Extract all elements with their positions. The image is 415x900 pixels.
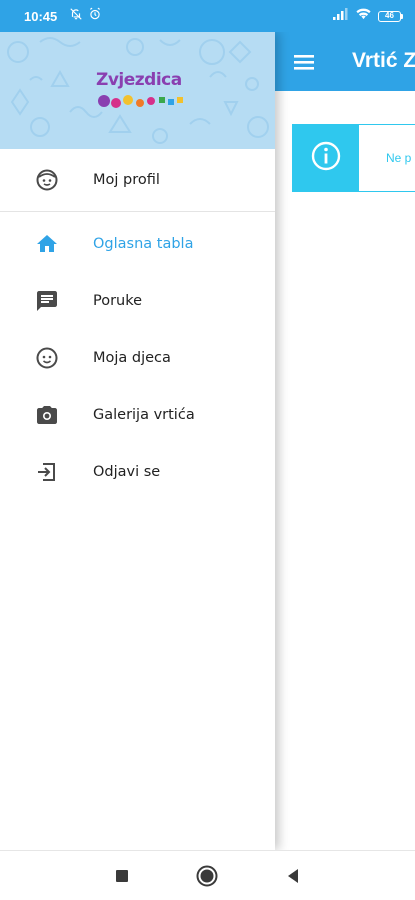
drawer-header: Zvjezdica <box>0 32 275 149</box>
camera-icon <box>35 403 59 427</box>
logo-text: Zvjezdica <box>96 70 182 90</box>
menu-item-messages[interactable]: Poruke <box>0 272 275 329</box>
back-button[interactable] <box>282 865 304 887</box>
hamburger-menu-icon[interactable] <box>291 51 317 73</box>
battery-level: 46 <box>378 10 401 22</box>
menu-item-logout[interactable]: Odjavi se <box>0 443 275 500</box>
info-alert: Ne p <box>292 124 415 192</box>
status-left: 10:45 <box>24 7 102 26</box>
status-bar: 10:45 46 <box>0 0 415 32</box>
menu-item-my-children[interactable]: Moja djeca <box>0 329 275 386</box>
kindergarten-logo: Zvjezdica <box>96 70 188 114</box>
my-children-label: Moja djeca <box>93 349 171 366</box>
message-icon <box>35 289 59 313</box>
navigation-drawer: Zvjezdica Moj profil Oglasna tabla Poruk… <box>0 32 275 850</box>
system-nav-bar <box>0 850 415 900</box>
info-icon <box>310 140 342 177</box>
logout-label: Odjavi se <box>93 463 161 480</box>
profile-label: Moj profil <box>93 172 160 188</box>
face-icon <box>35 168 59 192</box>
status-right: 46 <box>333 7 403 25</box>
logout-icon <box>35 460 59 484</box>
battery-icon: 46 <box>378 10 403 22</box>
logo-flowers <box>98 95 183 108</box>
home-icon <box>35 232 59 256</box>
app-title: Vrtić Zv <box>352 49 415 72</box>
wifi-icon <box>355 7 372 25</box>
child-face-icon <box>35 346 59 370</box>
gallery-label: Galerija vrtića <box>93 406 195 423</box>
messages-label: Poruke <box>93 292 143 309</box>
bulletin-board-label: Oglasna tabla <box>93 235 194 252</box>
status-time: 10:45 <box>24 8 58 24</box>
menu-item-profile[interactable]: Moj profil <box>0 149 275 212</box>
home-button[interactable] <box>196 865 218 887</box>
alarm-icon <box>88 7 102 26</box>
menu-item-bulletin-board[interactable]: Oglasna tabla <box>0 215 275 272</box>
signal-icon <box>333 7 349 25</box>
info-alert-text: Ne p <box>386 151 412 165</box>
notifications-off-icon <box>69 7 83 26</box>
info-icon-box <box>293 125 359 191</box>
recents-button[interactable] <box>111 865 133 887</box>
menu-item-gallery[interactable]: Galerija vrtića <box>0 386 275 443</box>
